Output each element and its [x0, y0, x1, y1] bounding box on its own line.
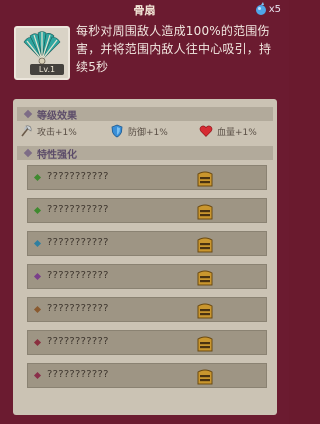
enhancement-text: ??????????? [47, 336, 109, 347]
enhancement-row[interactable]: ??????????? [27, 330, 267, 355]
heart-icon [199, 125, 213, 137]
shield-icon [111, 124, 123, 138]
blue-gem-icon [255, 2, 266, 15]
locked-chest-icon [197, 204, 213, 220]
bullet-icon [33, 239, 42, 248]
bullet-icon [33, 272, 42, 281]
locked-chest-icon [197, 303, 213, 319]
stat-health-label: 血量+1% [217, 127, 257, 138]
title-bar: 骨扇 x5 [0, 0, 289, 20]
axe-icon [21, 125, 32, 137]
diamond-icon [23, 109, 33, 119]
stat-attack-label: 攻击+1% [37, 127, 77, 138]
stat-defense: 防御+1% [110, 124, 168, 138]
enhancement-row[interactable]: ??????????? [27, 363, 267, 388]
enhancement-text: ??????????? [47, 270, 109, 281]
locked-chest-icon [197, 171, 213, 187]
enhancement-text: ??????????? [47, 303, 109, 314]
bullet-icon [33, 206, 42, 215]
details-card: 等级效果 攻击+1% 防御+1% 血量+1% 特性强化 ??????????? … [13, 99, 277, 415]
enhancement-row[interactable]: ??????????? [27, 231, 267, 256]
enhancement-row[interactable]: ??????????? [27, 297, 267, 322]
skill-icon-frame: Lv.1 [14, 26, 70, 80]
skill-description: 每秒对周围敌人造成100%的范围伤害，并将范围内敌人往中心吸引，持续5秒 [76, 24, 272, 74]
enhancement-text: ??????????? [47, 369, 109, 380]
currency-count: x5 [268, 3, 281, 15]
bullet-icon [33, 173, 42, 182]
stat-attack: 攻击+1% [19, 124, 77, 138]
locked-chest-icon [197, 237, 213, 253]
level-effects-title: 等级效果 [37, 110, 77, 122]
enhancement-header: 特性强化 [17, 146, 273, 161]
stat-defense-label: 防御+1% [128, 127, 168, 138]
enhancement-text: ??????????? [47, 237, 109, 248]
enhancement-row[interactable]: ??????????? [27, 264, 267, 289]
skill-title: 骨扇 [133, 4, 156, 17]
currency-display: x5 [255, 0, 281, 18]
level-effects-header: 等级效果 [17, 107, 273, 122]
enhancement-row[interactable]: ??????????? [27, 165, 267, 190]
locked-chest-icon [197, 369, 213, 385]
stat-health: 血量+1% [199, 124, 257, 138]
level-badge: Lv.1 [30, 64, 64, 75]
bullet-icon [33, 338, 42, 347]
skill-detail-panel: 骨扇 x5 Lv.1 每秒对周围敌人造成100%的范围伤害，并将范围内敌人往中心… [0, 0, 289, 424]
bullet-icon [33, 305, 42, 314]
bone-fan-icon [23, 31, 61, 65]
locked-chest-icon [197, 336, 213, 352]
enhancement-text: ??????????? [47, 204, 109, 215]
enhancement-row[interactable]: ??????????? [27, 198, 267, 223]
locked-chest-icon [197, 270, 213, 286]
enhancement-title: 特性强化 [37, 149, 77, 161]
enhancement-text: ??????????? [47, 171, 109, 182]
bullet-icon [33, 371, 42, 380]
diamond-icon [23, 148, 33, 158]
